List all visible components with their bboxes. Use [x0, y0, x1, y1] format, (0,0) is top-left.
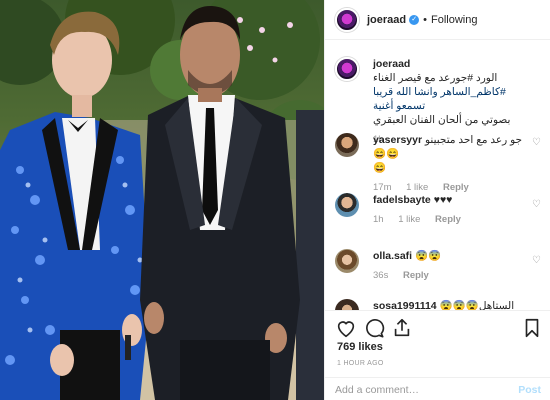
- comment-body: olla.safi 😨😨 36s Reply: [373, 249, 533, 283]
- following-button[interactable]: Following: [431, 14, 477, 26]
- comment-input[interactable]: Add a comment…: [335, 384, 419, 396]
- comment-time: 36s: [373, 270, 389, 281]
- comment-text: ♥♥♥: [433, 194, 453, 206]
- post-button[interactable]: Post: [518, 384, 541, 396]
- add-comment-bar: Add a comment… Post: [325, 377, 550, 400]
- bookmark-icon[interactable]: [521, 317, 543, 339]
- like-comment-icon[interactable]: ♡: [532, 137, 541, 148]
- avatar[interactable]: [335, 193, 359, 217]
- reply-button[interactable]: Reply: [435, 214, 461, 225]
- verified-icon: ✓: [409, 14, 420, 25]
- like-comment-icon[interactable]: ♡: [532, 199, 541, 210]
- caption-line-3: بصوتي من ألحان الفنان العبقري: [373, 114, 511, 126]
- comment-time: 1h: [373, 214, 384, 225]
- heart-icon[interactable]: [335, 317, 357, 339]
- action-icons: [335, 317, 545, 341]
- comment-meta: 36s Reply: [373, 269, 533, 283]
- reply-button[interactable]: Reply: [403, 270, 429, 281]
- avatar[interactable]: [335, 57, 359, 81]
- caption-line-1: الورد #جورعد مع قيصر الغناء: [373, 72, 498, 84]
- time-ago: 1 HOUR AGO: [337, 360, 384, 367]
- avatar[interactable]: [335, 249, 359, 273]
- avatar[interactable]: [335, 133, 359, 157]
- comment-text-cont: 😄: [373, 162, 387, 174]
- photo-illustration: [0, 0, 324, 400]
- like-comment-icon[interactable]: ♡: [532, 255, 541, 266]
- comment-username[interactable]: fadelsbayte: [373, 194, 431, 206]
- comment-item: fadelsbayte ♥♥♥ 1h 1 like Reply ♡: [335, 193, 545, 233]
- comment-likes[interactable]: 1 like: [406, 182, 428, 193]
- likes-count[interactable]: 769 likes: [337, 341, 383, 353]
- post-actions: 769 likes 1 HOUR AGO Add a comment… Post: [325, 310, 550, 400]
- reply-button[interactable]: Reply: [443, 182, 469, 193]
- post-sidebar: joeraad ✓ • Following joeraad الورد #جور…: [324, 0, 550, 400]
- caption-line-2[interactable]: #كاظم_الساهر وانشا الله قريبا تسمعو أغني…: [373, 85, 533, 113]
- header-username[interactable]: joeraad: [367, 14, 406, 26]
- comment-meta: 1h 1 like Reply: [373, 213, 533, 227]
- comment-username[interactable]: yasersyyr: [373, 134, 422, 146]
- comment-icon[interactable]: [363, 317, 385, 339]
- comment-body: sosa1991114 😨😨😨الستاهل قدوة: [373, 299, 533, 310]
- separator-dot: •: [423, 13, 427, 26]
- comment-item: sosa1991114 😨😨😨الستاهل قدوة: [335, 299, 545, 310]
- comment-username[interactable]: olla.safi: [373, 250, 412, 262]
- comment-time: 17m: [373, 182, 392, 193]
- comment-body: fadelsbayte ♥♥♥ 1h 1 like Reply: [373, 193, 533, 227]
- comment-username[interactable]: sosa1991114: [373, 300, 437, 310]
- comment-body: yasersyyr جو رعد مع احد متجبينو 😄😄 😄 17m…: [373, 133, 533, 195]
- comment-item: olla.safi 😨😨 36s Reply ♡: [335, 249, 545, 289]
- caption-username[interactable]: joeraad: [373, 58, 410, 70]
- avatar[interactable]: [335, 7, 359, 32]
- post-header: joeraad ✓ • Following: [325, 0, 550, 40]
- comments-list[interactable]: joeraad الورد #جورعد مع قيصر الغناء #كاظ…: [325, 41, 550, 310]
- comment-item: yasersyyr جو رعد مع احد متجبينو 😄😄 😄 17m…: [335, 133, 545, 193]
- avatar[interactable]: [335, 299, 359, 310]
- comment-text: 😨😨: [415, 250, 442, 262]
- post-photo[interactable]: [0, 0, 324, 400]
- comment-likes[interactable]: 1 like: [398, 214, 420, 225]
- share-icon[interactable]: [391, 317, 413, 339]
- caption: joeraad الورد #جورعد مع قيصر الغناء #كاظ…: [335, 57, 545, 145]
